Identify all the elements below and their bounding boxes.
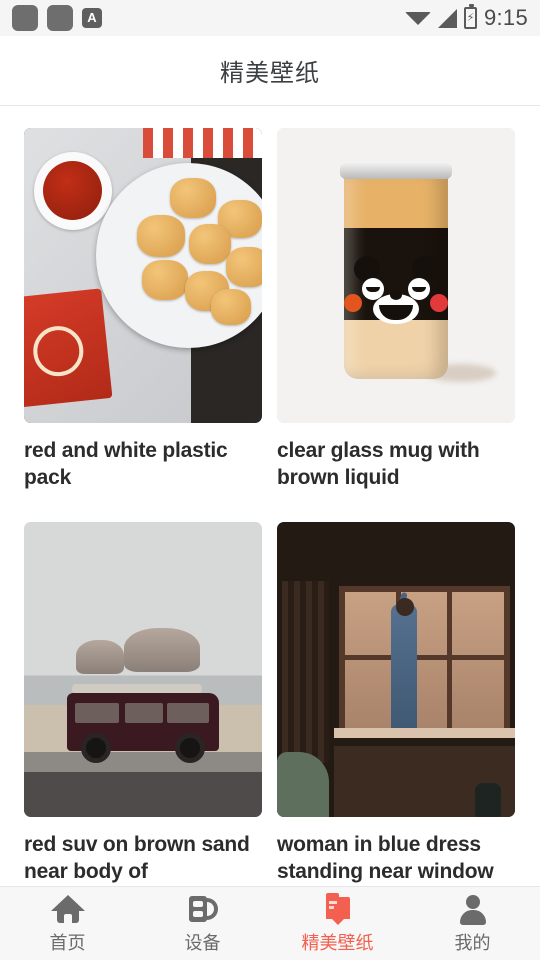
wallpaper-caption: red suv on brown sand near body of [24,832,250,883]
nav-item-profile[interactable]: 我的 [405,893,540,955]
nav-item-wallpaper[interactable]: 精美壁纸 [270,892,405,955]
van-beach-photo [24,521,262,817]
wallpaper-caption: woman in blue dress standing near window [277,832,494,883]
wallpaper-thumbnail[interactable] [24,128,262,423]
nav-label-wallpaper: 精美壁纸 [301,932,374,953]
wallpaper-card[interactable]: red and white plastic pack [24,128,262,492]
glass-jar-photo [277,128,515,423]
a-badge-icon: A [82,8,102,28]
home-icon [50,893,85,925]
wallpaper-thumbnail[interactable] [277,128,515,423]
nav-label-profile: 我的 [454,932,491,953]
device-icon [186,893,220,925]
woman-window-photo [277,521,515,817]
battery-charging-icon: ⚡ [463,4,477,29]
nav-label-device: 设备 [184,932,221,953]
nav-item-device[interactable]: 设备 [135,893,270,955]
nuggets-photo [24,128,262,423]
wifi-icon [404,11,431,25]
app-placeholder-2-icon [47,5,73,31]
app-placeholder-1-icon [12,5,38,31]
person-icon [456,893,490,925]
nav-item-home[interactable]: 首页 [0,893,135,955]
app-root: A ⚡ 9:15 精美壁纸 red and white plastic pack… [0,0,540,960]
wallpaper-thumbnail[interactable] [24,521,262,817]
grid-row-spacer [24,492,515,522]
wallpaper-icon [321,892,355,925]
status-bar-system: ⚡ 9:15 [404,4,528,31]
status-bar-clock: 9:15 [483,5,528,30]
cellular-signal-icon [437,8,457,28]
battery-bolt-icon: ⚡ [466,11,475,24]
wallpaper-card[interactable]: clear glass mug with brown liquid [277,128,515,492]
wallpaper-card[interactable]: red suv on brown sand near body of [24,521,262,886]
status-bar: A ⚡ 9:15 [0,0,540,36]
wallpaper-caption: red and white plastic pack [24,439,228,490]
wallpaper-caption: clear glass mug with brown liquid [277,439,480,490]
wallpaper-card[interactable]: woman in blue dress standing near window [277,521,515,886]
page-title: 精美壁纸 [220,60,320,87]
status-bar-notifications: A [12,5,102,31]
wallpaper-thumbnail[interactable] [277,521,515,817]
wallpaper-grid: red and white plastic pack clear glass m… [0,106,540,885]
bottom-navigation-bar: 首页 设备 精美壁纸 我的 [0,886,540,960]
nav-label-home: 首页 [49,932,86,953]
app-bar: 精美壁纸 [0,36,540,106]
wallpaper-scroll-area[interactable]: red and white plastic pack clear glass m… [0,106,540,886]
